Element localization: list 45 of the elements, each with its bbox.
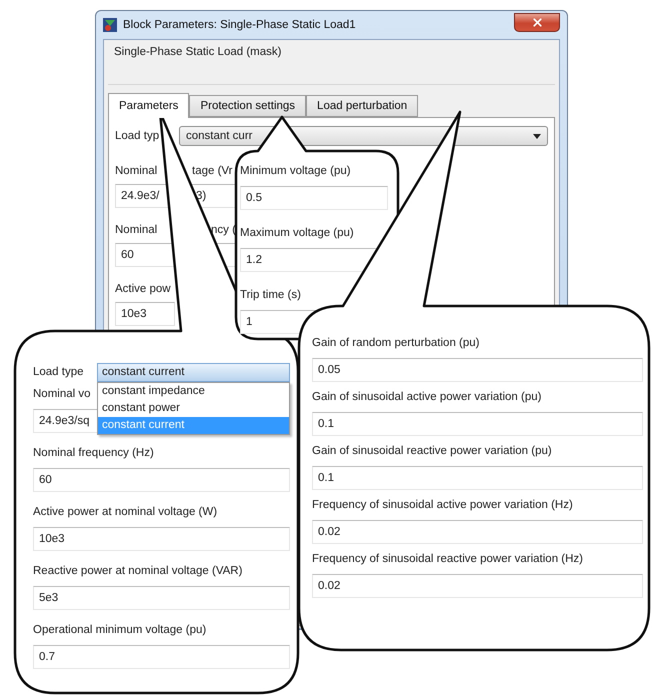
- mask-title: Single-Phase Static Load (mask): [114, 46, 282, 58]
- field-label: Load type: [33, 365, 85, 380]
- tab[interactable]: Protection settings: [189, 95, 306, 117]
- field-label: Gain of random perturbation (pu): [312, 336, 480, 351]
- field-label: Trip time (s): [240, 288, 301, 303]
- field-text: 10e3: [121, 308, 147, 320]
- field-label: Frequency of sinusoidal reactive power variation (Hz): [312, 552, 584, 567]
- input-field[interactable]: 0.02: [312, 520, 643, 544]
- app-icon: [103, 18, 117, 32]
- field-label: Nominal vo: [33, 387, 91, 402]
- input-field[interactable]: 10e3: [115, 302, 175, 326]
- field-label: Gain of sinusoidal reactive power variation (pu): [312, 444, 552, 459]
- field-label: Maximum voltage (pu): [240, 226, 354, 241]
- field-text: 24.9e3/: [121, 190, 160, 202]
- dropdown-option[interactable]: constant power: [98, 400, 289, 417]
- field-label: Operational minimum voltage (pu): [33, 623, 206, 638]
- input-field[interactable]: 0.1: [312, 466, 643, 490]
- dropdown[interactable]: constant current: [97, 362, 290, 382]
- field-label: Nominal frequency (Hz): [33, 446, 154, 461]
- caret-icon: [533, 134, 541, 138]
- input-field[interactable]: 0.05: [312, 358, 643, 382]
- field-label: Active power at nominal voltage (W): [33, 505, 218, 520]
- field-text: 60: [121, 249, 134, 261]
- tab[interactable]: Parameters: [108, 93, 190, 118]
- tab[interactable]: Load perturbation: [306, 95, 418, 117]
- input-field[interactable]: 0.5: [240, 186, 388, 210]
- input-field[interactable]: 5e3: [33, 586, 290, 610]
- field-label: Frequency of sinusoidal active power variation (Hz): [312, 498, 573, 513]
- input-field[interactable]: 60: [33, 468, 290, 492]
- field-label: tage (Vr: [192, 165, 232, 177]
- window-title: Block Parameters: Single-Phase Static Load1: [123, 19, 357, 31]
- input-field[interactable]: 10e3: [33, 527, 290, 551]
- field-label: Active pow: [115, 283, 171, 295]
- input-field[interactable]: 0.7: [33, 645, 290, 669]
- close-button[interactable]: [514, 12, 560, 32]
- dropdown-option[interactable]: constant impedance: [98, 383, 289, 400]
- field-label: Nominal: [115, 165, 158, 177]
- field-label: Reactive power at nominal voltage (VAR): [33, 564, 242, 579]
- field-label: Gain of sinusoidal active power variation (pu): [312, 390, 542, 405]
- input-field[interactable]: 0.02: [312, 574, 643, 598]
- input-field[interactable]: 0.1: [312, 412, 643, 436]
- field-label: Nominal: [115, 224, 158, 236]
- field-label: Load typ: [115, 130, 160, 142]
- field-label: Minimum voltage (pu): [240, 164, 351, 179]
- close-icon: [530, 16, 544, 28]
